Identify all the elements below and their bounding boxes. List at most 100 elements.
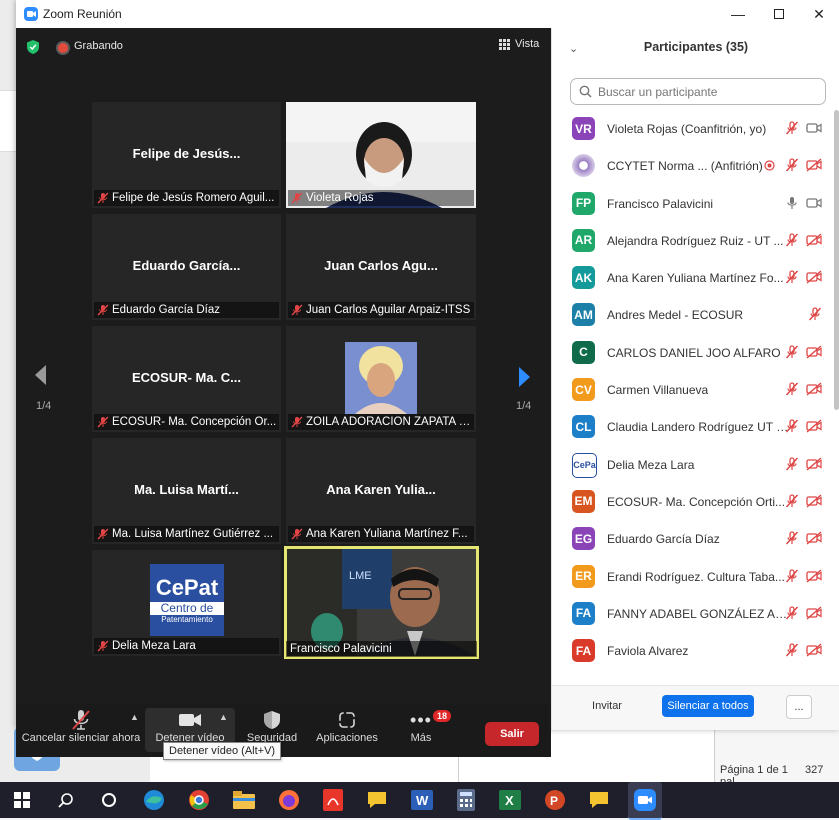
participant-name: Andres Medel - ECOSUR [607,308,744,323]
muted-microphone-icon[interactable] [785,419,799,436]
participant-row[interactable]: AR Alejandra Rodríguez Ruiz - UT ... [552,222,834,259]
muted-microphone-icon[interactable] [785,121,799,138]
participant-row[interactable]: AM Andres Medel - ECOSUR [552,296,834,333]
tile-label: Ma. Luisa Martínez Gutiérrez ... [94,526,279,542]
view-label: Vista [515,38,540,50]
edge-browser-icon[interactable] [142,788,166,812]
zoom-taskbar-icon[interactable] [628,782,662,820]
apps-button[interactable]: Aplicaciones [310,708,384,744]
video-off-icon[interactable] [806,270,822,287]
chat-bubble-icon[interactable] [587,788,611,812]
view-button[interactable]: Vista [499,38,539,50]
video-off-icon[interactable] [806,345,822,362]
video-tile[interactable]: CePat Centro de Patentamiento Delia Meza… [92,550,281,656]
video-off-icon[interactable] [806,569,822,586]
unmute-button[interactable]: Cancelar silenciar ahora [21,708,141,744]
participant-row[interactable]: CCYTET Norma ... (Anfitrión) [552,147,834,184]
sticky-chat-icon[interactable] [365,788,389,812]
video-tile[interactable]: Juan Carlos Agu... Juan Carlos Aguilar A… [286,214,476,320]
participant-row[interactable]: CePa Delia Meza Lara [552,446,834,483]
minimize-icon[interactable]: — [715,0,761,28]
participant-row[interactable]: EG Eduardo García Díaz [552,520,834,557]
muted-microphone-icon[interactable] [785,606,799,623]
participant-row[interactable]: EM ECOSUR- Ma. Concepción Orti... [552,483,834,520]
mute-all-button[interactable]: Silenciar a todos [662,695,754,717]
video-camera-icon[interactable] [806,196,822,213]
security-button[interactable]: Seguridad [241,708,303,744]
participant-row[interactable]: CL Claudia Landero Rodríguez UT US... [552,408,834,445]
windows-start-icon[interactable] [10,788,34,812]
calculator-icon[interactable] [454,788,478,812]
video-camera-icon[interactable] [806,121,822,138]
video-off-icon[interactable] [806,606,822,623]
video-off-icon[interactable] [806,457,822,474]
participant-row[interactable]: ER Erandi Rodríguez. Cultura Taba... [552,558,834,595]
title-bar: Zoom Reunión — ✕ [16,0,839,28]
participant-avatar: CL [572,415,595,439]
video-off-icon[interactable] [806,643,822,660]
muted-mic-icon [97,640,109,654]
video-tile[interactable]: Ana Karen Yulia... Ana Karen Yuliana Mar… [286,438,476,544]
video-off-icon[interactable] [806,531,822,548]
participant-avatar: CV [572,378,595,402]
muted-microphone-icon[interactable] [785,270,799,287]
firefox-icon[interactable] [277,788,301,812]
tile-name: Ma. Luisa Martí... [134,482,239,497]
word-icon[interactable]: W [410,788,434,812]
video-off-icon[interactable] [806,158,822,175]
participant-row[interactable]: C CARLOS DANIEL JOO ALFARO [552,334,834,371]
excel-icon[interactable]: X [498,788,522,812]
muted-microphone-icon[interactable] [785,494,799,511]
muted-mic-icon [97,304,109,318]
invite-button[interactable]: Invitar [584,695,630,717]
video-tile[interactable]: Ma. Luisa Martí... Ma. Luisa Martínez Gu… [92,438,281,544]
video-off-icon[interactable] [806,233,822,250]
participant-avatar: ER [572,564,595,588]
video-tile[interactable]: Violeta Rojas [286,102,476,208]
participant-list-scrollbar[interactable] [834,110,839,410]
video-tile[interactable]: ECOSUR- Ma. C... ECOSUR- Ma. Concepción … [92,326,281,432]
chrome-browser-icon[interactable] [187,788,211,812]
microphone-icon[interactable] [785,196,799,213]
participant-row[interactable]: FP Francisco Palavicini [552,185,834,222]
participant-video-francisco: LME [287,549,476,656]
participant-row[interactable]: FA FANNY ADABEL GONZÁLEZ ALE... [552,595,834,632]
close-icon[interactable]: ✕ [796,0,839,28]
participant-row[interactable]: VR Violeta Rojas (Coanfitrión, yo) [552,110,834,147]
muted-microphone-icon[interactable] [785,382,799,399]
muted-microphone-icon[interactable] [785,158,799,175]
video-off-icon[interactable] [806,494,822,511]
video-off-icon[interactable] [806,419,822,436]
leave-button[interactable]: Salir [485,722,539,746]
active-speaker-tile[interactable]: LME Francisco Palavicini [284,546,479,659]
video-tile[interactable]: Eduardo García... Eduardo García Díaz [92,214,281,320]
video-off-icon[interactable] [806,382,822,399]
participant-search-input[interactable]: Buscar un participante [570,78,826,105]
video-tile[interactable]: Felipe de Jesús... Felipe de Jesús Romer… [92,102,281,208]
muted-microphone-icon[interactable] [785,568,799,586]
participant-avatar: AR [572,228,595,252]
previous-page-icon[interactable] [33,362,47,393]
cortana-icon[interactable] [97,788,121,812]
muted-microphone-icon[interactable] [785,345,799,362]
powerpoint-icon[interactable]: P [543,788,567,812]
muted-microphone-icon[interactable] [785,457,799,474]
audio-options-chevron-icon[interactable]: ▲ [130,712,139,722]
acrobat-reader-icon[interactable] [321,788,345,812]
encryption-shield-icon[interactable] [26,39,40,58]
muted-microphone-icon[interactable] [808,307,822,324]
video-options-chevron-icon[interactable]: ▲ [219,712,228,722]
apps-label: Aplicaciones [316,732,378,744]
video-tile[interactable]: ZOILA ADORACION ZAPATA H... [286,326,476,432]
file-explorer-icon[interactable] [232,788,256,812]
participant-row[interactable]: AK Ana Karen Yuliana Martínez Fo... [552,259,834,296]
muted-microphone-icon[interactable] [785,643,799,660]
next-page-icon[interactable] [518,364,532,395]
search-taskbar-icon[interactable] [54,788,78,812]
muted-microphone-icon[interactable] [785,531,799,548]
more-options-button[interactable]: ... [786,695,812,719]
tile-label: Juan Carlos Aguilar Arpaiz-ITSS [288,302,474,318]
participant-row[interactable]: FA Faviola Alvarez [552,632,834,669]
muted-microphone-icon[interactable] [785,233,799,250]
participant-row[interactable]: CV Carmen Villanueva [552,371,834,408]
